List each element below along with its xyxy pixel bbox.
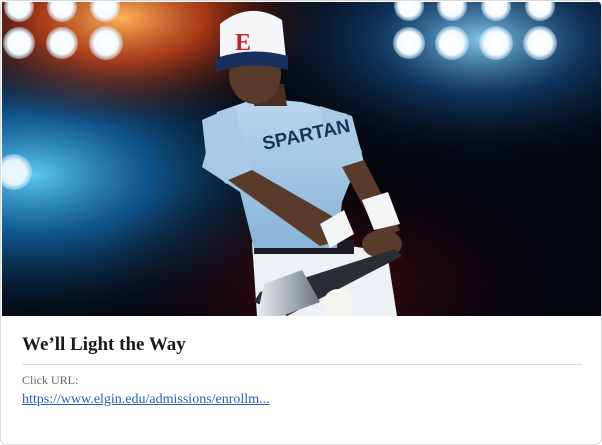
card-content: We’ll Light the Way Click URL: https://w… — [22, 331, 582, 409]
ad-preview-card: SPARTAN E We’ll Light the Way Click URL:… — [0, 0, 602, 445]
hero-image: SPARTAN E — [2, 2, 601, 316]
click-url-label: Click URL: — [22, 373, 79, 387]
ad-headline: We’ll Light the Way — [22, 331, 582, 365]
click-url-link[interactable]: https://www.elgin.edu/admissions/enrollm… — [22, 391, 270, 409]
svg-text:E: E — [235, 30, 251, 56]
